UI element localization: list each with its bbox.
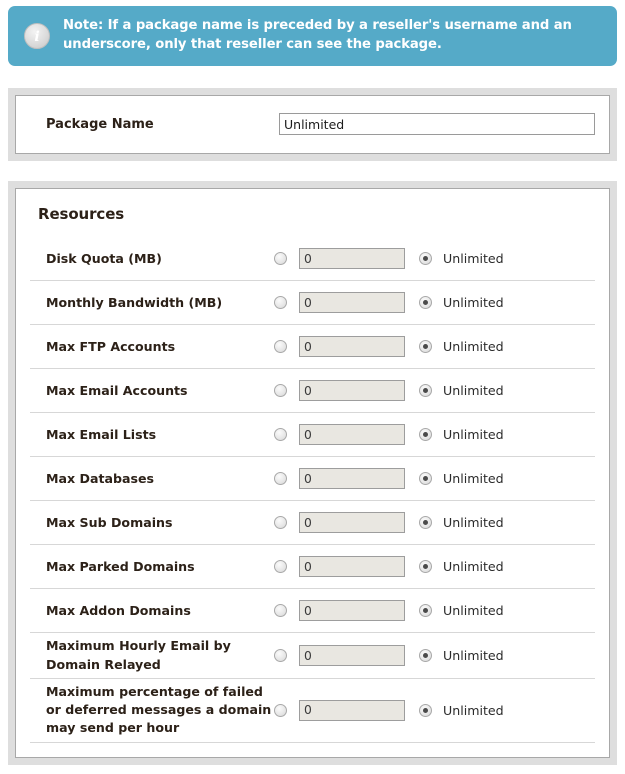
resource-value-radio[interactable] — [274, 516, 287, 530]
resource-label: Maximum Hourly Email by Domain Relayed — [46, 638, 231, 672]
package-name-input[interactable] — [279, 113, 595, 136]
resource-unlimited-label: Unlimited — [443, 648, 504, 664]
resource-controls: Unlimited — [274, 699, 504, 721]
resource-unlimited-radio[interactable] — [419, 703, 432, 717]
info-note-text: Note: If a package name is preceded by a… — [63, 18, 572, 52]
resources-panel-body: Resources Disk Quota (MB)UnlimitedMonthl… — [15, 188, 610, 758]
resource-controls: Unlimited — [274, 380, 504, 402]
resource-unlimited-radio[interactable] — [419, 340, 432, 354]
package-name-label: Package Name — [46, 116, 154, 132]
resource-unlimited-radio[interactable] — [419, 604, 432, 618]
resource-label: Max Databases — [46, 470, 155, 486]
resource-row: Max Email Accounts Unlimited — [30, 369, 595, 414]
svg-text:i: i — [34, 29, 39, 44]
resource-unlimited-label: Unlimited — [443, 559, 504, 575]
resource-label: Max Email Accounts — [46, 382, 188, 398]
resources-heading: Resources — [38, 205, 125, 224]
resource-label: Max FTP Accounts — [46, 338, 176, 354]
resource-value-radio[interactable] — [274, 384, 287, 398]
resource-label: Max Addon Domains — [46, 602, 191, 618]
resource-unlimited-label: Unlimited — [443, 295, 504, 311]
resource-value-radio[interactable] — [274, 604, 287, 618]
resource-value-radio[interactable] — [274, 703, 287, 717]
resource-unlimited-radio[interactable] — [419, 428, 432, 442]
resource-value-input[interactable] — [299, 380, 405, 402]
resource-value-input[interactable] — [299, 699, 405, 721]
resource-unlimited-label: Unlimited — [443, 339, 504, 355]
resource-unlimited-label: Unlimited — [443, 427, 504, 443]
info-note-banner: i Note: If a package name is preceded by… — [8, 6, 617, 67]
resource-row: Maximum Hourly Email by Domain Relayed Un… — [30, 633, 595, 679]
resource-controls: Unlimited — [274, 336, 504, 358]
info-icon: i — [24, 22, 50, 49]
resource-row: Max Email Lists Unlimited — [30, 413, 595, 458]
resource-label: Monthly Bandwidth (MB) — [46, 294, 223, 310]
resources-panel: Resources Disk Quota (MB)UnlimitedMonthl… — [8, 181, 617, 765]
resource-row: Max Databases Unlimited — [30, 457, 595, 502]
resource-controls: Unlimited — [274, 248, 504, 270]
resource-unlimited-label: Unlimited — [443, 471, 504, 487]
resource-value-radio[interactable] — [274, 428, 287, 442]
package-name-row: Package Name — [16, 96, 609, 153]
resource-controls: Unlimited — [274, 556, 504, 578]
resource-value-radio[interactable] — [274, 340, 287, 354]
resource-row: Max Sub Domains Unlimited — [30, 501, 595, 546]
resource-unlimited-radio[interactable] — [419, 472, 432, 486]
resource-value-input[interactable] — [299, 468, 405, 490]
resource-unlimited-radio[interactable] — [419, 252, 432, 266]
resource-label: Max Parked Domains — [46, 558, 195, 574]
resource-unlimited-radio[interactable] — [419, 560, 432, 574]
resource-controls: Unlimited — [274, 468, 504, 490]
resource-row: Max Parked Domains Unlimited — [30, 545, 595, 590]
resource-controls: Unlimited — [274, 600, 504, 622]
resource-row: Monthly Bandwidth (MB) Unlimited — [30, 281, 595, 326]
resource-label: Disk Quota (MB) — [46, 250, 162, 266]
package-name-panel-body: Package Name — [15, 95, 610, 155]
resource-value-radio[interactable] — [274, 296, 287, 310]
resource-row: Maximum percentage of failed or deferred… — [30, 679, 595, 743]
resource-unlimited-label: Unlimited — [443, 702, 504, 718]
resource-controls: Unlimited — [274, 424, 504, 446]
resource-value-input[interactable] — [299, 645, 405, 667]
package-name-panel: Package Name — [8, 88, 617, 162]
resource-controls: Unlimited — [274, 512, 504, 534]
resource-row: Disk Quota (MB) Unlimited — [30, 237, 595, 282]
resource-row: Max Addon Domains Unlimited — [30, 589, 595, 634]
resource-controls: Unlimited — [274, 292, 504, 314]
resource-unlimited-radio[interactable] — [419, 649, 432, 663]
resource-unlimited-radio[interactable] — [419, 516, 432, 530]
resource-value-input[interactable] — [299, 248, 405, 270]
resource-value-radio[interactable] — [274, 472, 287, 486]
resource-unlimited-label: Unlimited — [443, 515, 504, 531]
resource-value-input[interactable] — [299, 512, 405, 534]
resource-unlimited-radio[interactable] — [419, 384, 432, 398]
resource-controls: Unlimited — [274, 645, 504, 667]
resources-row-list: Disk Quota (MB)UnlimitedMonthly Bandwidt… — [16, 237, 609, 756]
resource-unlimited-label: Unlimited — [443, 383, 504, 399]
resource-value-radio[interactable] — [274, 252, 287, 266]
resource-value-radio[interactable] — [274, 560, 287, 574]
resource-value-input[interactable] — [299, 556, 405, 578]
resource-label: Max Sub Domains — [46, 514, 173, 530]
resource-label: Max Email Lists — [46, 426, 157, 442]
resource-unlimited-radio[interactable] — [419, 296, 432, 310]
resource-row: Max FTP Accounts Unlimited — [30, 325, 595, 370]
resource-unlimited-label: Unlimited — [443, 251, 504, 267]
resource-value-input[interactable] — [299, 336, 405, 358]
resource-value-input[interactable] — [299, 292, 405, 314]
resource-value-radio[interactable] — [274, 649, 287, 663]
resource-label: Maximum percentage of failed or deferred… — [46, 683, 272, 736]
resource-unlimited-label: Unlimited — [443, 603, 504, 619]
resource-value-input[interactable] — [299, 600, 405, 622]
resource-value-input[interactable] — [299, 424, 405, 446]
